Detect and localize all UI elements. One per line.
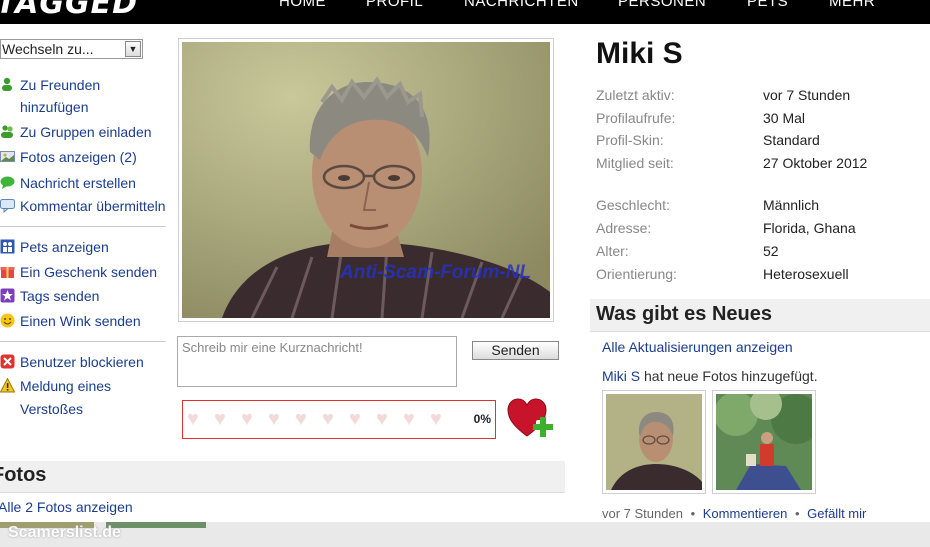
profile-name: Miki S (596, 37, 683, 70)
outdoor-thumbnail (716, 394, 812, 490)
heart-icon: ♥ (376, 408, 388, 430)
add-heart-icon[interactable] (507, 398, 553, 440)
nav-profil[interactable]: PROFIL (366, 0, 423, 10)
sidebar-label: Nachricht erstellen (20, 175, 136, 191)
info-label: Profilaufrufe: (596, 110, 676, 126)
info-label: Adresse: (596, 220, 652, 236)
gift-icon (0, 267, 15, 278)
heart-icon: ♥ (349, 408, 361, 430)
sidebar-label: Kommentar übermitteln (20, 198, 166, 214)
heart-icon: ♥ (241, 408, 253, 430)
info-label: Alter: (596, 243, 629, 259)
info-label: Zuletzt aktiv: (596, 87, 675, 103)
nav-pets[interactable]: PETS (747, 0, 788, 10)
switch-to-dropdown[interactable]: Wechseln zu... ▼ (0, 39, 143, 59)
photos-section-title: Fotos (0, 464, 47, 486)
sidebar-label: Zu Gruppen einladen (20, 124, 152, 140)
show-all-updates-link[interactable]: Alle Aktualisierungen anzeigen (602, 339, 793, 355)
news-section-header: Was gibt es Neues (590, 299, 930, 332)
heart-meter: ♥ ♥ ♥ ♥ ♥ ♥ ♥ ♥ ♥ ♥ 0% (182, 400, 496, 439)
message-icon (0, 176, 15, 189)
smiley-icon (0, 313, 15, 328)
news-activity: Miki S hat neue Fotos hinzugefügt. (602, 368, 818, 384)
info-value: Standard (763, 132, 820, 148)
sidebar-divider (0, 341, 166, 342)
add-friend-icon (2, 77, 12, 91)
activity-user-link[interactable]: Miki S (602, 368, 640, 384)
sidebar-label: Einen Wink senden (20, 313, 141, 329)
heart-icon: ♥ (322, 408, 334, 430)
photo-watermark: Anti-Scam-Forum-NL (340, 262, 532, 283)
info-value: Heterosexuell (763, 266, 849, 282)
photos-section-header: Fotos (0, 461, 565, 493)
news-time: vor 7 Stunden (602, 506, 683, 521)
send-button[interactable]: Senden (472, 341, 559, 360)
info-label: Mitglied seit: (596, 155, 674, 171)
info-label: Orientierung: (596, 266, 677, 282)
info-value: 27 Oktober 2012 (763, 155, 868, 171)
heart-icon: ♥ (268, 408, 280, 430)
star-icon (0, 288, 15, 303)
activity-text: hat neue Fotos hinzugefügt. (640, 368, 818, 384)
top-navigation-bar: TAGGED HOME PROFIL NACHRICHTEN PERSONEN … (0, 0, 930, 24)
heart-meter-percent: 0% (473, 412, 491, 426)
info-value: vor 7 Stunden (763, 87, 851, 103)
nav-home[interactable]: HOME (279, 0, 326, 10)
sidebar-label: Verstoßes (20, 401, 84, 417)
nav-nachrichten[interactable]: NACHRICHTEN (464, 0, 579, 10)
chevron-down-icon[interactable]: ▼ (125, 41, 141, 57)
info-value: 30 Mal (763, 110, 806, 126)
sidebar-label: Tags senden (20, 288, 100, 304)
info-value: Florida, Ghana (763, 220, 856, 236)
info-label: Profil-Skin: (596, 132, 664, 148)
heart-icon: ♥ (403, 408, 415, 430)
news-footer: vor 7 Stunden • Kommentieren • Gefällt m… (602, 506, 866, 521)
group-invite-icon (1, 125, 13, 138)
news-thumbnail[interactable] (712, 390, 816, 494)
sidebar-label: Ein Geschenk senden (20, 264, 157, 280)
show-all-photos-link[interactable]: Alle 2 Fotos anzeigen (0, 499, 133, 515)
dropdown-value: Wechseln zu... (2, 41, 94, 57)
tagged-logo[interactable]: TAGGED (0, 0, 138, 21)
warning-icon (0, 378, 15, 393)
thumbnail-image (606, 394, 702, 490)
portrait-thumbnail (606, 394, 702, 490)
comment-icon (0, 199, 15, 213)
sidebar-label: Zu Freunden (20, 77, 101, 93)
comment-link[interactable]: Kommentieren (703, 506, 788, 521)
nav-personen[interactable]: PERSONEN (618, 0, 706, 10)
info-label: Geschlecht: (596, 197, 670, 213)
pets-icon (0, 239, 15, 254)
nav-mehr[interactable]: MEHR (829, 0, 875, 10)
footer-watermark: Scamerslist.de (8, 524, 121, 541)
sidebar-divider (0, 226, 166, 227)
heart-icon: ♥ (430, 408, 442, 430)
sidebar-label: hinzufügen (20, 99, 89, 115)
sidebar-label: Benutzer blockieren (20, 354, 144, 370)
sidebar-label: Pets anzeigen (20, 239, 109, 255)
heart-icon: ♥ (295, 408, 307, 430)
sidebar-label: Meldung eines (20, 378, 112, 394)
info-value: 52 (763, 243, 779, 259)
heart-icon: ♥ (214, 408, 226, 430)
thumbnail-image (716, 394, 812, 490)
like-link[interactable]: Gefällt mir (807, 506, 866, 521)
info-value: Männlich (763, 197, 820, 213)
short-message-input[interactable]: Schreib mir eine Kurznachricht! (177, 336, 457, 387)
sidebar-label: Fotos anzeigen (2) (20, 149, 137, 165)
bullet-separator: • (690, 506, 696, 521)
heart-icon: ♥ (187, 408, 199, 430)
news-section-title: Was gibt es Neues (596, 303, 772, 325)
bullet-separator: • (794, 506, 800, 521)
photo-strip-thumbnail[interactable] (106, 522, 206, 528)
photos-icon (0, 151, 15, 162)
news-thumbnail[interactable] (602, 390, 706, 494)
block-icon (0, 354, 15, 369)
